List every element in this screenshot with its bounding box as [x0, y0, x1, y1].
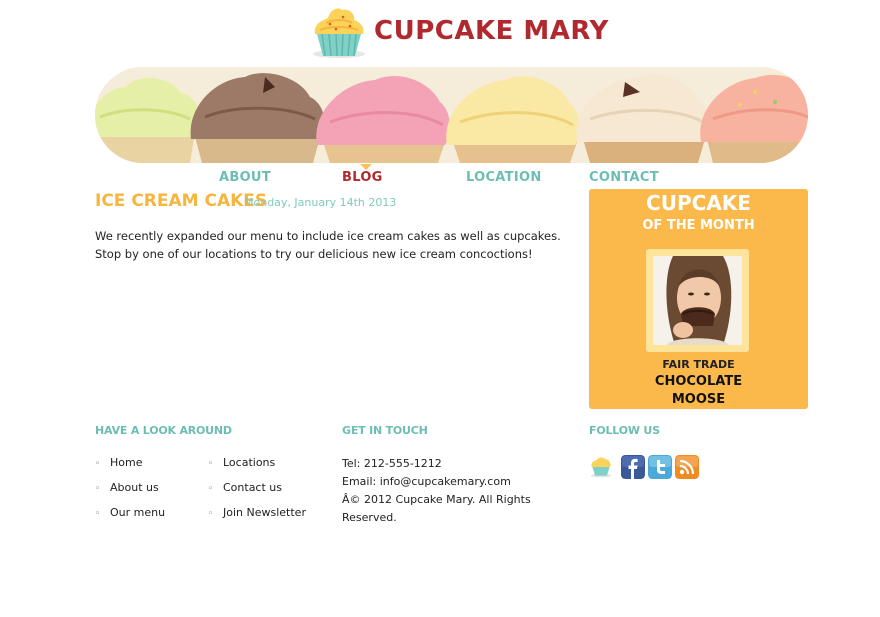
bullet-icon: ◦ — [95, 484, 101, 494]
feature-name-line2: MOOSE — [671, 392, 726, 407]
feature-title: CUPCAKE — [646, 191, 751, 215]
post-title: ICE CREAM CAKES — [95, 191, 268, 211]
nav-location[interactable]: LOCATION — [466, 170, 542, 185]
site-logo[interactable]: CUPCAKE MARY — [308, 4, 608, 60]
look-around-heading: HAVE A LOOK AROUND — [95, 424, 232, 437]
post-body: We recently expanded our menu to include… — [95, 229, 561, 261]
cupcake-of-the-month-box: CUPCAKE OF THE MONTH FAIR TRADE CHOCOLAT… — [589, 189, 808, 409]
cupcake-logo-icon — [313, 8, 365, 58]
feature-tag: FAIR TRADE — [662, 358, 735, 371]
bullet-icon: ◦ — [208, 509, 214, 519]
feature-name: CHOCOLATE MOOSE — [589, 373, 808, 409]
feature-photo-frame — [646, 249, 749, 352]
contact-info: Tel: 212-555-1212 Email: info@cupcakemar… — [342, 455, 542, 527]
twitter-icon[interactable] — [648, 455, 672, 479]
bullet-icon: ◦ — [208, 459, 214, 469]
facebook-icon[interactable] — [621, 455, 645, 479]
post-date: Monday, January 14th 2013 — [244, 196, 397, 209]
footer-link-menu[interactable]: ◦ Our menu — [95, 505, 165, 530]
footer-links-col1: ◦ Home ◦ About us ◦ Our menu — [95, 455, 165, 530]
copyright: Â© 2012 Cupcake Mary. All Rights Reserve… — [342, 493, 531, 524]
feature-name-line1: CHOCOLATE — [654, 374, 743, 389]
footer-link-locations[interactable]: ◦ Locations — [208, 455, 306, 480]
cupcake-banner-image — [95, 67, 808, 163]
cupcake-icon[interactable] — [589, 455, 613, 479]
rss-icon[interactable] — [675, 455, 699, 479]
contact-email[interactable]: Email: info@cupcakemary.com — [342, 473, 542, 491]
footer-links-col2: ◦ Locations ◦ Contact us ◦ Join Newsletter — [208, 455, 306, 530]
footer-link-about[interactable]: ◦ About us — [95, 480, 165, 505]
bullet-icon: ◦ — [95, 459, 101, 469]
nav-blog[interactable]: BLOG — [342, 170, 383, 185]
brand-name: CUPCAKE MARY — [374, 16, 609, 46]
hero-banner — [95, 67, 808, 163]
bullet-icon: ◦ — [95, 509, 101, 519]
footer-link-newsletter[interactable]: ◦ Join Newsletter — [208, 505, 306, 530]
footer-link-home[interactable]: ◦ Home — [95, 455, 165, 480]
woman-eating-cupcake-photo — [653, 256, 742, 345]
follow-us-heading: FOLLOW US — [589, 424, 660, 437]
bullet-icon: ◦ — [208, 484, 214, 494]
footer-link-contact[interactable]: ◦ Contact us — [208, 480, 306, 505]
feature-subtitle: OF THE MONTH — [642, 218, 755, 233]
contact-tel: Tel: 212-555-1212 — [342, 457, 442, 470]
main-nav: ABOUT BLOG LOCATION CONTACT — [0, 170, 880, 190]
get-in-touch-heading: GET IN TOUCH — [342, 424, 428, 437]
nav-about[interactable]: ABOUT — [219, 170, 271, 185]
nav-contact[interactable]: CONTACT — [589, 170, 659, 185]
